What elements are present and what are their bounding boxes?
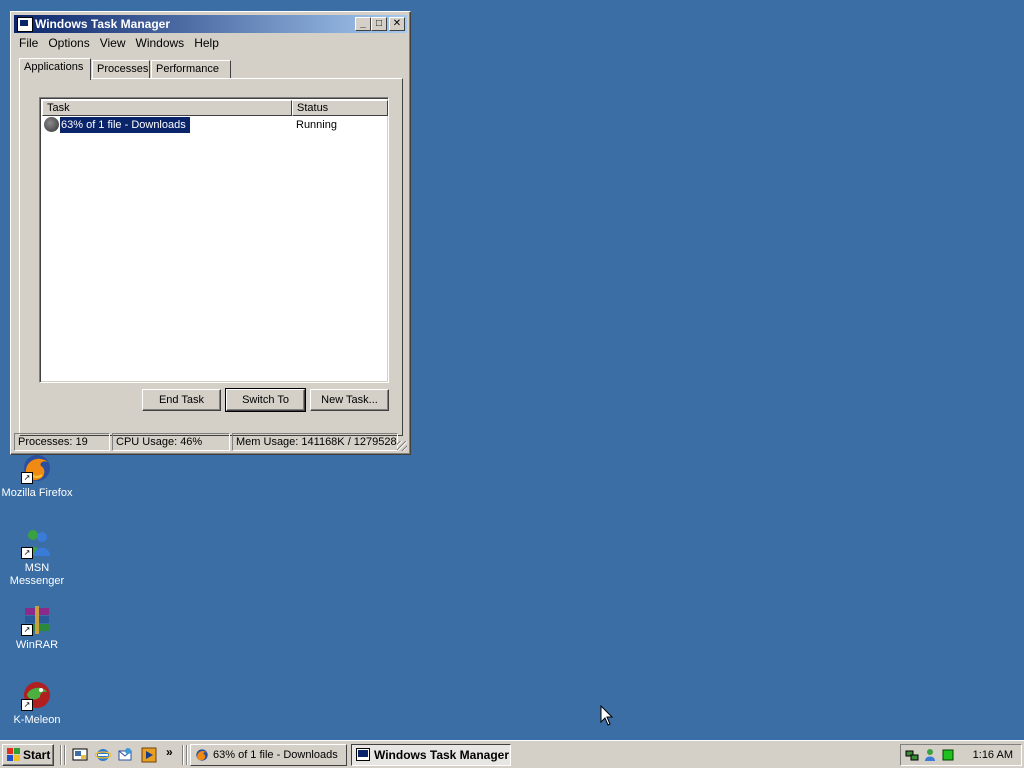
desktop-icon-k-meleon[interactable]: ↗ K-Meleon	[0, 679, 74, 726]
task-list[interactable]: Task Status 63% of 1 file - Downloads Ru…	[39, 97, 389, 383]
media-player-icon[interactable]	[141, 747, 157, 763]
menu-windows[interactable]: Windows	[131, 34, 190, 52]
menu-options[interactable]: Options	[43, 34, 94, 52]
outlook-express-icon[interactable]	[117, 747, 133, 763]
title-bar[interactable]: Windows Task Manager _ □ ✕	[14, 15, 407, 33]
taskbar-button-downloads[interactable]: 63% of 1 file - Downloads	[190, 744, 347, 766]
shortcut-arrow-icon: ↗	[21, 547, 33, 559]
window-title: Windows Task Manager	[35, 17, 171, 31]
windows-logo-icon	[7, 748, 21, 762]
task-manager-icon	[356, 748, 370, 762]
new-task-button[interactable]: New Task...	[310, 389, 389, 411]
desktop-icon-winrar[interactable]: ↗ WinRAR	[0, 604, 74, 651]
system-tray: 1:16 AM	[900, 744, 1022, 766]
network-icon[interactable]	[905, 748, 919, 762]
internet-explorer-icon[interactable]	[94, 747, 112, 763]
start-label: Start	[23, 748, 51, 762]
start-button[interactable]: Start	[2, 744, 54, 766]
desktop-icon-msn-messenger[interactable]: ↗ MSN Messenger	[0, 527, 74, 588]
shortcut-arrow-icon: ↗	[21, 624, 33, 636]
menu-bar: File Options View Windows Help	[14, 34, 407, 52]
status-mem-usage: Mem Usage: 141168K / 1279528	[232, 433, 398, 451]
maximize-button[interactable]: □	[371, 17, 387, 31]
minimize-button[interactable]: _	[355, 17, 371, 31]
desktop-icon-label: MSN Messenger	[9, 562, 65, 587]
quick-launch-overflow[interactable]: »	[166, 745, 173, 759]
task-status: Running	[296, 119, 337, 131]
clock[interactable]: 1:16 AM	[973, 745, 1013, 765]
switch-to-button[interactable]: Switch To	[225, 388, 306, 412]
taskbar: Start » 63% of 1 file - Downloads Window…	[0, 740, 1024, 768]
status-cpu-usage: CPU Usage: 46%	[112, 433, 230, 451]
show-desktop-icon[interactable]	[72, 747, 88, 763]
resize-grip-icon[interactable]	[397, 441, 407, 451]
table-row[interactable]: 63% of 1 file - Downloads Running	[42, 116, 386, 134]
status-bar: Processes: 19 CPU Usage: 46% Mem Usage: …	[14, 433, 407, 451]
taskbar-separator	[60, 745, 62, 765]
desktop-icon-label: WinRAR	[15, 639, 59, 651]
end-task-button[interactable]: End Task	[142, 389, 221, 411]
shortcut-arrow-icon: ↗	[21, 472, 33, 484]
task-manager-icon	[17, 17, 33, 32]
tab-performance[interactable]: Performance	[151, 60, 231, 78]
firefox-icon: ↗	[21, 452, 53, 484]
firefox-icon	[195, 748, 209, 762]
winrar-icon: ↗	[21, 604, 53, 636]
mouse-cursor-icon	[600, 705, 614, 726]
list-header: Task Status	[42, 100, 388, 116]
task-name: 63% of 1 file - Downloads	[59, 116, 191, 134]
taskbar-button-label: Windows Task Manager	[374, 748, 510, 762]
desktop-icon-firefox[interactable]: ↗ Mozilla Firefox	[0, 452, 74, 499]
desktop-icon-label: K-Meleon	[13, 714, 61, 726]
menu-file[interactable]: File	[14, 34, 43, 52]
taskbar-separator	[182, 745, 184, 765]
msn-messenger-icon: ↗	[21, 527, 53, 559]
shortcut-arrow-icon: ↗	[21, 699, 33, 711]
menu-help[interactable]: Help	[189, 34, 224, 52]
status-processes: Processes: 19	[14, 433, 110, 451]
close-button[interactable]: ✕	[389, 17, 405, 31]
downloads-icon	[44, 117, 59, 132]
column-header-task[interactable]: Task	[42, 100, 292, 116]
menu-view[interactable]: View	[95, 34, 131, 52]
task-manager-window: Windows Task Manager _ □ ✕ File Options Vi…	[10, 11, 411, 455]
taskbar-button-task-manager[interactable]: Windows Task Manager	[351, 744, 511, 766]
status-indicator-icon[interactable]	[941, 748, 955, 762]
taskbar-separator	[64, 745, 66, 765]
tab-processes[interactable]: Processes	[92, 60, 150, 78]
column-header-status[interactable]: Status	[292, 100, 388, 116]
k-meleon-icon: ↗	[21, 679, 53, 711]
messenger-tray-icon[interactable]	[923, 748, 937, 762]
tab-applications[interactable]: Applications	[19, 58, 91, 80]
desktop-icon-label: Mozilla Firefox	[1, 487, 73, 499]
taskbar-button-label: 63% of 1 file - Downloads	[213, 749, 338, 761]
taskbar-separator	[186, 745, 188, 765]
